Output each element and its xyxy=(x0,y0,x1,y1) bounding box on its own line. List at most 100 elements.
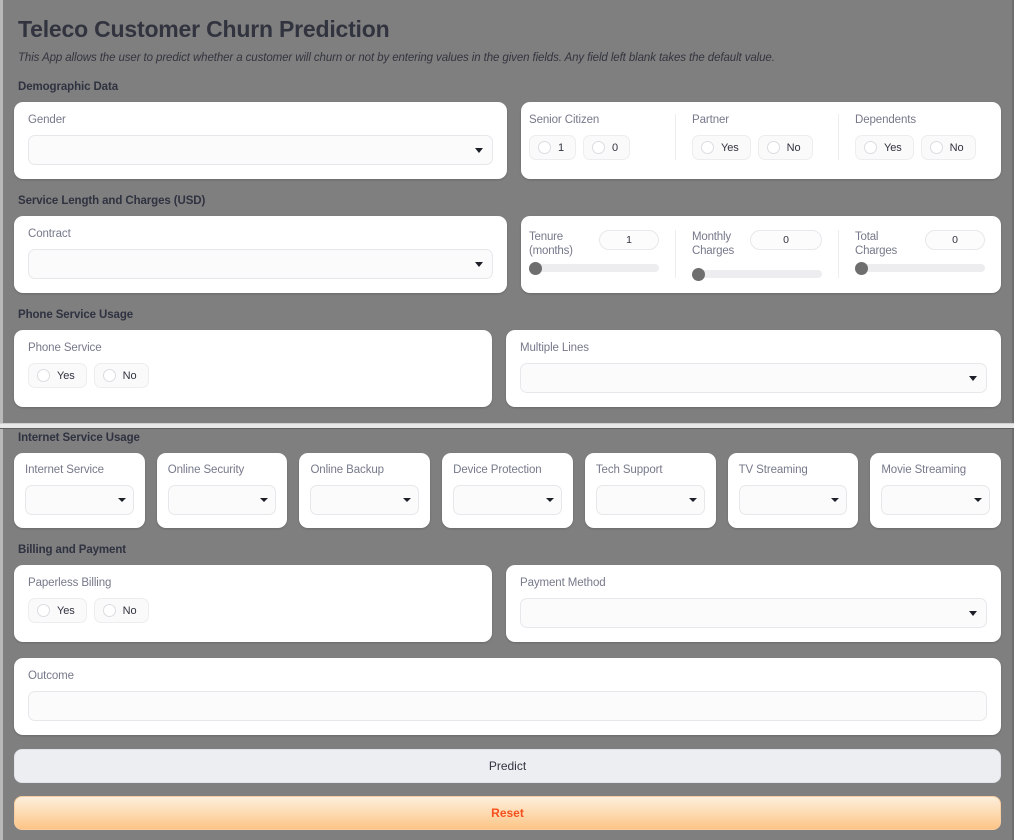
phone-service-radios: Yes No xyxy=(28,363,478,388)
section-heading-billing: Billing and Payment xyxy=(18,544,127,556)
outcome-label: Outcome xyxy=(28,670,74,682)
monthly-charges-value[interactable]: 0 xyxy=(750,230,822,250)
slider-thumb[interactable] xyxy=(529,261,542,275)
paperless-billing-option-no[interactable]: No xyxy=(93,598,149,623)
phone-service-option-no[interactable]: No xyxy=(93,363,149,388)
radio-icon xyxy=(37,604,50,617)
multiple-lines-select[interactable] xyxy=(520,363,987,393)
chevron-down-icon xyxy=(974,498,983,502)
page-subtitle: This App allows the user to predict whet… xyxy=(18,52,775,64)
device-protection-card: Device Protection xyxy=(442,453,573,528)
online-backup-select[interactable] xyxy=(310,485,420,515)
movie-streaming-select[interactable] xyxy=(881,485,991,515)
outcome-input[interactable] xyxy=(28,691,987,721)
tenure-value[interactable]: 1 xyxy=(599,230,659,250)
reset-button-label: Reset xyxy=(491,806,524,820)
device-protection-label: Device Protection xyxy=(453,464,542,476)
internet-service-label: Internet Service xyxy=(25,464,104,476)
total-charges-cell: Total Charges 0 xyxy=(839,230,1001,278)
demographic-group-card: Senior Citizen 1 0 Partner Yes No Depend… xyxy=(521,102,1001,179)
senior-citizen-radios: 1 0 xyxy=(529,135,659,160)
online-security-label: Online Security xyxy=(167,464,245,476)
page-title: Teleco Customer Churn Prediction xyxy=(18,16,390,42)
chevron-down-icon xyxy=(117,498,126,502)
tech-support-select[interactable] xyxy=(595,485,705,515)
predict-button[interactable]: Predict xyxy=(14,749,1001,783)
radio-label: Yes xyxy=(57,369,75,382)
partner-label: Partner xyxy=(692,114,730,126)
contract-select[interactable] xyxy=(28,249,493,279)
radio-icon xyxy=(701,141,714,154)
phone-service-card: Phone Service Yes No xyxy=(14,330,492,407)
chevron-down-icon xyxy=(403,498,412,502)
tv-streaming-label: TV Streaming xyxy=(738,464,808,476)
section-heading-demographic: Demographic Data xyxy=(18,81,119,93)
radio-label: 1 xyxy=(558,141,565,154)
gender-label: Gender xyxy=(28,114,66,126)
tech-support-label: Tech Support xyxy=(595,464,663,476)
chevron-down-icon xyxy=(969,610,977,616)
radio-label: No xyxy=(786,141,801,154)
device-protection-select[interactable] xyxy=(453,485,562,515)
chevron-down-icon xyxy=(260,498,269,502)
section-heading-phone: Phone Service Usage xyxy=(18,309,134,321)
radio-label: Yes xyxy=(884,141,902,154)
chevron-down-icon xyxy=(545,498,554,502)
online-security-card: Online Security xyxy=(156,453,288,528)
slider-thumb[interactable] xyxy=(855,261,868,275)
tv-streaming-card: TV Streaming xyxy=(727,453,859,528)
section-heading-service-length: Service Length and Charges (USD) xyxy=(18,195,206,207)
tenure-cell: Tenure (months) 1 xyxy=(521,230,676,278)
online-backup-card: Online Backup xyxy=(299,453,431,528)
partner-option-yes[interactable]: Yes xyxy=(692,135,751,160)
payment-method-select[interactable] xyxy=(520,598,987,628)
predict-button-label: Predict xyxy=(488,759,527,773)
online-security-select[interactable] xyxy=(167,485,277,515)
dependents-option-yes[interactable]: Yes xyxy=(855,135,914,160)
radio-label: 0 xyxy=(612,141,619,154)
chevron-down-icon xyxy=(969,375,977,381)
paperless-billing-option-yes[interactable]: Yes xyxy=(28,598,87,623)
paperless-billing-label: Paperless Billing xyxy=(28,577,112,589)
internet-service-card: Internet Service xyxy=(14,453,145,528)
charges-group-card: Tenure (months) 1 Monthly Charges 0 Tota… xyxy=(521,216,1001,293)
radio-label: Yes xyxy=(721,141,739,154)
gender-select[interactable] xyxy=(28,135,493,165)
tenure-slider[interactable] xyxy=(529,261,659,275)
senior-citizen-option-1[interactable]: 1 xyxy=(529,135,577,160)
tenure-label: Tenure (months) xyxy=(529,231,573,257)
phone-service-label: Phone Service xyxy=(28,342,102,354)
reset-button[interactable]: Reset xyxy=(14,796,1001,830)
dependents-radios: Yes No xyxy=(855,135,985,160)
total-charges-value[interactable]: 0 xyxy=(925,230,985,250)
tv-streaming-select[interactable] xyxy=(738,485,848,515)
monthly-charges-slider[interactable] xyxy=(692,267,822,281)
app-root: Teleco Customer Churn Prediction This Ap… xyxy=(0,0,1014,840)
radio-label: No xyxy=(949,141,964,154)
radio-icon xyxy=(766,141,780,154)
multiple-lines-card: Multiple Lines xyxy=(506,330,1001,407)
dependents-cell: Dependents Yes No xyxy=(839,114,1001,160)
internet-service-select[interactable] xyxy=(25,485,134,515)
paperless-billing-card: Paperless Billing Yes No xyxy=(14,565,492,642)
bottom-pane: Internet Service Usage Internet Service … xyxy=(3,429,1012,840)
total-charges-slider[interactable] xyxy=(855,261,985,275)
monthly-charges-label: Monthly Charges xyxy=(692,231,735,257)
phone-service-option-yes[interactable]: Yes xyxy=(28,363,87,388)
total-charges-label: Total Charges xyxy=(855,231,898,257)
chevron-down-icon xyxy=(688,498,697,502)
radio-icon xyxy=(864,141,877,154)
monthly-charges-cell: Monthly Charges 0 xyxy=(676,230,839,281)
radio-icon xyxy=(37,369,50,382)
radio-icon xyxy=(538,141,551,154)
partner-option-no[interactable]: No xyxy=(757,135,813,160)
payment-method-label: Payment Method xyxy=(520,577,606,589)
slider-thumb[interactable] xyxy=(692,267,705,281)
gender-card: Gender xyxy=(14,102,507,179)
senior-citizen-option-0[interactable]: 0 xyxy=(583,135,631,160)
section-heading-internet: Internet Service Usage xyxy=(18,432,140,444)
partner-cell: Partner Yes No xyxy=(676,114,839,160)
radio-label: No xyxy=(122,604,137,617)
dependents-option-no[interactable]: No xyxy=(920,135,976,160)
movie-streaming-card: Movie Streaming xyxy=(870,453,1002,528)
